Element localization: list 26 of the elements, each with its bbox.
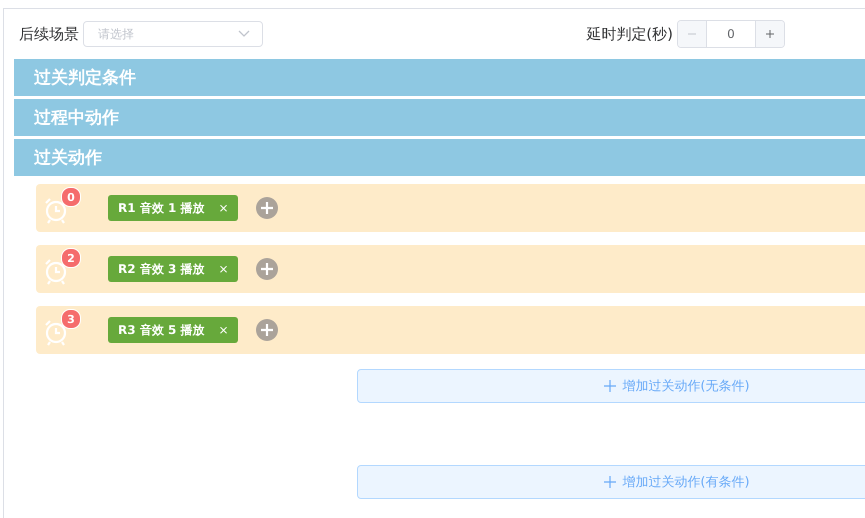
delay-stepper[interactable]: 0 xyxy=(677,20,785,48)
close-icon[interactable]: × xyxy=(218,262,229,276)
plus-icon xyxy=(765,29,775,39)
add-action-button[interactable]: 增加过关动作(有条件) xyxy=(357,465,865,499)
scene-label: 后续场景 xyxy=(19,24,79,44)
section-header[interactable]: 过程中动作 xyxy=(14,99,865,136)
add-action-button[interactable]: 增加过关动作(无条件) xyxy=(357,369,865,403)
section-header[interactable]: 过关判定条件 xyxy=(14,59,865,96)
count-badge: 3 xyxy=(61,309,81,329)
count-badge: 0 xyxy=(61,187,81,207)
tag-label: R3 音效 5 播放 xyxy=(118,322,204,338)
delay-label: 延时判定(秒) xyxy=(586,24,673,44)
add-icon[interactable] xyxy=(256,319,278,341)
section-header[interactable]: 过关动作 xyxy=(14,139,865,176)
add-icon[interactable] xyxy=(256,197,278,219)
plus-icon xyxy=(604,380,616,392)
close-icon[interactable]: × xyxy=(218,201,229,215)
chevron-down-icon xyxy=(238,30,250,38)
scene-select[interactable]: 请选择 xyxy=(83,21,263,47)
add-icon[interactable] xyxy=(256,258,278,280)
plus-icon xyxy=(604,476,616,488)
increment-button[interactable] xyxy=(756,21,784,47)
tag-label: R2 音效 3 播放 xyxy=(118,260,204,278)
tag-label: R1 音效 1 播放 xyxy=(118,200,204,216)
close-icon[interactable]: × xyxy=(218,323,229,337)
count-badge: 2 xyxy=(61,248,81,268)
